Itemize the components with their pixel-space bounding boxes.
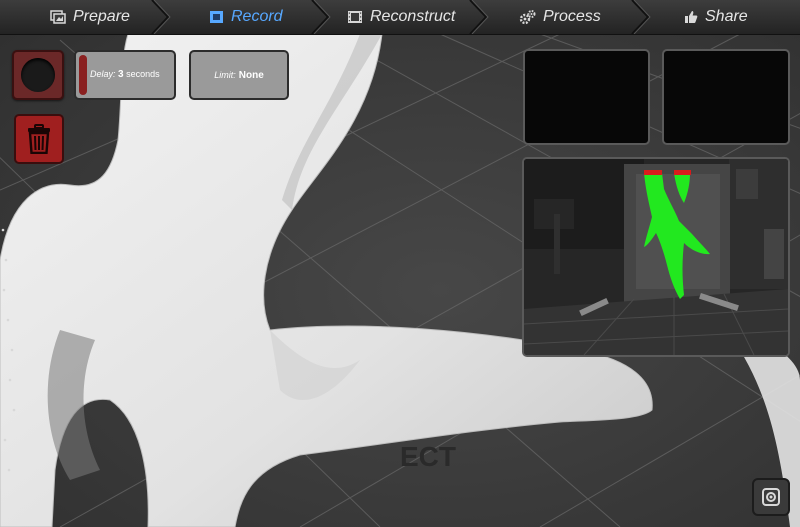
film-icon: [348, 11, 362, 23]
mask-red-edge-left: [644, 170, 662, 175]
delay-text: Delay: 3 seconds: [90, 69, 160, 80]
step-share[interactable]: Share: [684, 0, 748, 34]
record-dot-icon: [21, 58, 55, 92]
camera-icon: [762, 488, 780, 506]
photo-icon: [50, 10, 66, 24]
delay-control[interactable]: Delay: 3 seconds: [74, 50, 176, 100]
delay-value: 3: [118, 69, 124, 80]
step-share-label: Share: [705, 8, 748, 25]
delay-label: Delay:: [90, 69, 116, 79]
trash-icon: [28, 124, 50, 154]
step-reconstruct-label: Reconstruct: [370, 8, 456, 25]
camera-feed-image: [524, 159, 788, 355]
step-record[interactable]: Record: [209, 0, 283, 34]
delete-button[interactable]: [14, 114, 64, 164]
workflow-bar: Prepare Record Reconstruct Process Share: [0, 0, 800, 35]
camera-toggle-button[interactable]: [752, 478, 790, 516]
color-preview-panel: [662, 49, 790, 145]
step-prepare-label: Prepare: [73, 8, 130, 25]
limit-control[interactable]: Limit: None: [189, 50, 289, 100]
record-button[interactable]: [12, 50, 64, 100]
step-prepare[interactable]: Prepare: [50, 0, 130, 34]
step-record-label: Record: [231, 8, 283, 25]
step-reconstruct[interactable]: Reconstruct: [347, 0, 455, 34]
gears-icon: [519, 9, 536, 24]
limit-value: None: [238, 69, 264, 81]
step-process[interactable]: Process: [519, 0, 601, 34]
delay-unit: seconds: [126, 69, 160, 79]
step-process-label: Process: [543, 8, 601, 25]
record-frame-icon: [210, 11, 223, 23]
limit-label: Limit:: [214, 70, 236, 80]
viewport-faint-label: ECT: [400, 441, 456, 472]
depth-preview-panel: [523, 49, 650, 145]
delay-slider-handle[interactable]: [79, 55, 87, 95]
mask-red-edge-right: [674, 170, 691, 175]
camera-feed-panel: [522, 157, 790, 357]
thumbs-up-icon: [685, 11, 698, 23]
